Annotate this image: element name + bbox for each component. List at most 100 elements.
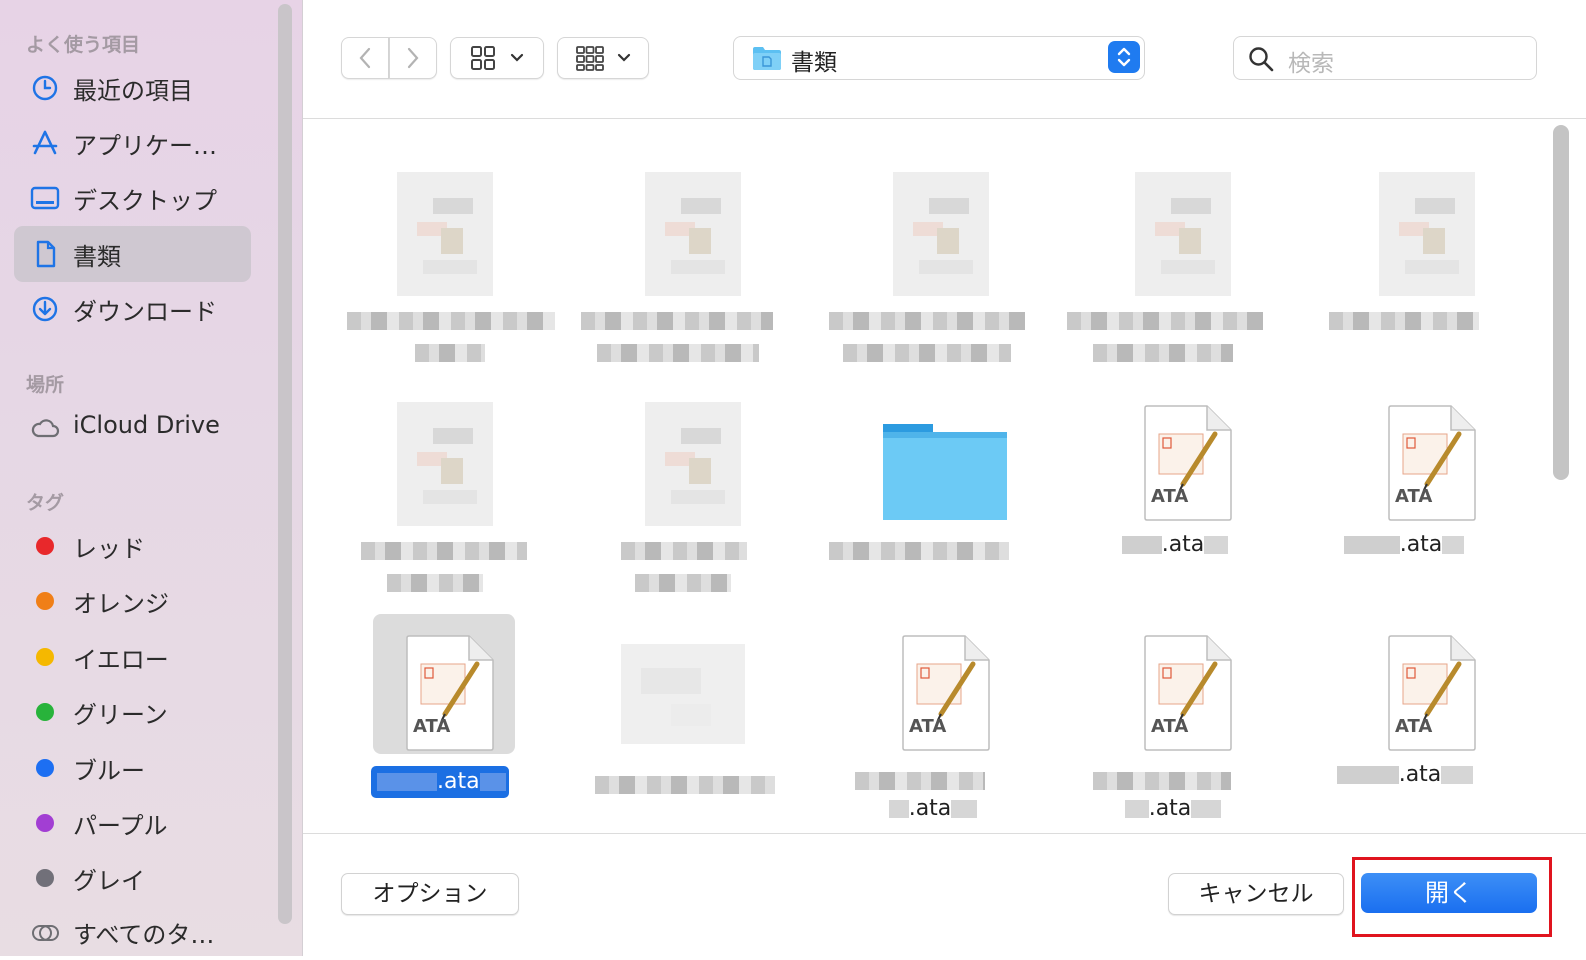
file-item[interactable]: ATA .ata [1055,624,1295,849]
sidebar: よく使う項目 最近の項目 アプリケー… デスクトップ 書類 ダウンロード 場所 [0,0,303,956]
tag-label: グレイ [73,867,145,895]
folder-icon [873,394,1007,529]
tag-label: オレンジ [73,590,169,618]
file-name: .ata [1115,532,1235,557]
sidebar-item-icloud[interactable]: iCloud Drive [14,400,251,456]
tag-label: すべてのタ… [73,921,215,949]
updown-chevron-icon [1108,41,1140,73]
ata-document-icon: ATA [1359,624,1479,759]
sidebar-item-label: 書類 [73,243,121,271]
blurred-filename [855,772,985,790]
sidebar-item-downloads[interactable]: ダウンロード [14,281,251,337]
tag-red[interactable]: レッド [14,518,251,574]
blurred-file-thumbnail [377,164,497,299]
tag-purple[interactable]: パープル [14,795,251,851]
tag-orange[interactable]: オレンジ [14,573,251,629]
folder-item[interactable] [813,394,1053,619]
tag-dot-icon [36,759,54,777]
tag-dot-icon [36,869,54,887]
blurred-file-thumbnail [1115,164,1235,299]
tag-blue[interactable]: ブルー [14,740,251,796]
selected-file-name: .ata [371,766,509,798]
file-item[interactable]: ATA .ata [813,624,1053,849]
location-popup[interactable]: 書類 [733,36,1145,80]
blurred-file-thumbnail [1359,164,1479,299]
forward-button[interactable] [389,37,437,79]
sidebar-item-label: ダウンロード [73,298,217,326]
ata-icon-label: ATA [1151,716,1189,737]
blurred-filename [597,344,759,362]
sidebar-item-desktop[interactable]: デスクトップ [14,170,251,226]
file-item[interactable] [1299,164,1539,389]
blurred-filename [621,542,747,560]
tag-all[interactable]: すべてのタ… [14,904,251,960]
search-field[interactable]: 検索 [1233,36,1537,80]
blurred-filename [829,542,1009,560]
tag-green[interactable]: グリーン [14,684,251,740]
file-item[interactable] [317,164,557,389]
blurred-filename [829,312,1025,330]
file-item[interactable] [565,164,805,389]
file-item[interactable] [317,394,557,619]
file-item[interactable]: ATA .ata [1299,394,1539,619]
blurred-file-thumbnail [625,164,745,299]
sidebar-item-recents[interactable]: 最近の項目 [14,60,251,116]
blurred-filename [347,312,555,330]
group-grid-icon [576,46,604,71]
chevron-down-icon [510,53,524,62]
ata-document-icon: ATA [373,614,515,759]
tag-gray[interactable]: グレイ [14,850,251,906]
blurred-filename [595,776,775,794]
sidebar-scrollbar[interactable] [278,4,292,924]
sidebar-item-label: デスクトップ [73,187,217,215]
file-item[interactable] [1055,164,1295,389]
view-icons-button[interactable] [450,37,544,79]
file-item-selected[interactable]: ATA .ata [317,614,557,849]
tag-label: レッド [73,535,145,563]
blurred-filename [1329,312,1479,330]
blurred-filename [361,542,527,560]
file-name: .ata [873,796,993,821]
location-label: 書類 [791,50,837,76]
back-button[interactable] [341,37,389,79]
blurred-filename [387,574,483,592]
blurred-filename [843,344,1011,362]
blurred-filename [1093,344,1233,362]
file-item[interactable] [565,394,805,619]
main-scrollbar[interactable] [1553,125,1569,480]
tag-dot-icon [36,648,54,666]
cancel-button[interactable]: キャンセル [1168,873,1344,915]
sidebar-item-label: 最近の項目 [73,77,193,105]
options-button[interactable]: オプション [341,873,519,915]
desktop-icon [30,184,60,212]
blurred-file-thumbnail [621,624,745,759]
sidebar-item-label: iCloud Drive [73,411,220,439]
tag-label: パープル [73,812,168,840]
blurred-filename [635,574,731,592]
toolbar: 書類 検索 [303,0,1586,119]
ata-icon-label: ATA [1151,486,1189,507]
file-item[interactable] [813,164,1053,389]
group-view-button[interactable] [557,37,649,79]
folder-icon [753,47,781,70]
file-item[interactable]: ATA .ata [1299,624,1539,849]
sidebar-heading-tags: タグ [26,492,65,514]
tag-yellow[interactable]: イエロー [14,629,251,685]
file-item[interactable] [565,624,805,849]
sidebar-item-applications[interactable]: アプリケー… [14,115,251,171]
file-name: .ata [1339,532,1469,557]
tag-label: ブルー [73,757,145,785]
chevron-down-icon [617,53,631,62]
search-placeholder: 検索 [1288,51,1334,77]
all-tags-icon [30,918,60,946]
file-browser: 書類 検索 ATA .ata ATA .ata ATA .ata ATA .at… [303,0,1586,957]
tag-dot-icon [36,592,54,610]
sidebar-item-documents[interactable]: 書類 [14,226,251,282]
search-icon [1249,47,1274,72]
file-item[interactable]: ATA .ata [1055,394,1295,619]
tag-dot-icon [36,814,54,832]
tag-label: イエロー [73,646,169,674]
download-icon [30,295,60,323]
ata-icon-label: ATA [1395,716,1433,737]
chevron-left-icon [359,47,371,69]
